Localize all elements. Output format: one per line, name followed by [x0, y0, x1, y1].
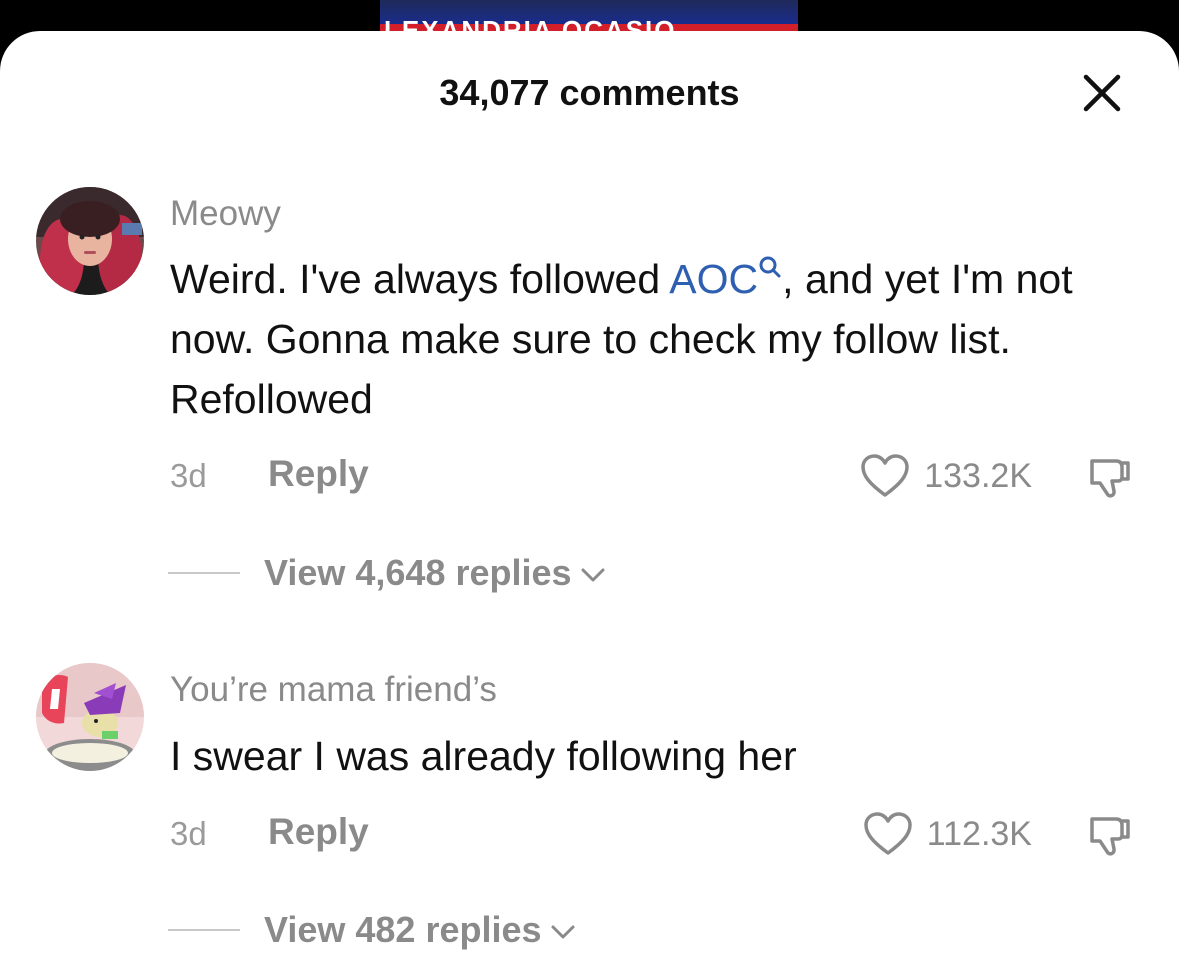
- mention-link[interactable]: AOC: [669, 256, 782, 302]
- comment-actions: 3d Reply 133.2K: [170, 451, 1140, 501]
- comments-sheet: 34,077 comments Meowy Weird. I've always…: [0, 31, 1179, 955]
- thumbs-down-icon: [1090, 817, 1130, 856]
- comment-text-before: Weird. I've always followed: [170, 256, 670, 302]
- dislike-button[interactable]: [1086, 453, 1134, 501]
- chevron-down-icon: [581, 568, 605, 582]
- comment-username[interactable]: Meowy: [170, 193, 281, 235]
- comments-count-title: 34,077 comments: [439, 72, 740, 113]
- heart-icon: [861, 454, 909, 497]
- like-button[interactable]: 112.3K: [863, 809, 1032, 859]
- view-replies-label: View 4,648 replies: [264, 552, 572, 593]
- chevron-down-icon: [551, 925, 575, 939]
- reply-button[interactable]: Reply: [268, 811, 369, 853]
- close-icon: [1083, 74, 1121, 112]
- view-replies-label: View 482 replies: [264, 909, 542, 950]
- close-button[interactable]: [1078, 69, 1126, 117]
- comment-actions: 3d Reply 112.3K: [170, 809, 1140, 859]
- avatar[interactable]: [36, 663, 144, 771]
- user-avatar-image: [36, 187, 144, 295]
- comment-text: I swear I was already following her: [170, 733, 797, 779]
- avatar[interactable]: [36, 187, 144, 295]
- mention-label: AOC: [669, 256, 759, 302]
- search-icon: [759, 256, 781, 278]
- like-button[interactable]: 133.2K: [860, 451, 1032, 501]
- view-replies-button[interactable]: View 482 replies: [168, 905, 576, 955]
- comment-username[interactable]: You’re mama friend’s: [170, 669, 497, 711]
- view-replies-button[interactable]: View 4,648 replies: [168, 548, 606, 598]
- comment-time: 3d: [170, 457, 207, 494]
- comment-time: 3d: [170, 815, 207, 852]
- heart-icon: [864, 812, 912, 855]
- replies-divider-line: [168, 572, 240, 574]
- like-count: 112.3K: [926, 814, 1032, 853]
- comment-text: Weird. I've always followed AOC , and ye…: [170, 249, 1160, 429]
- user-avatar-image: [36, 663, 144, 771]
- thumbs-down-icon: [1090, 459, 1130, 498]
- reply-button[interactable]: Reply: [268, 453, 369, 495]
- like-count: 133.2K: [924, 456, 1032, 495]
- dislike-button[interactable]: [1086, 811, 1134, 859]
- replies-divider-line: [168, 929, 240, 931]
